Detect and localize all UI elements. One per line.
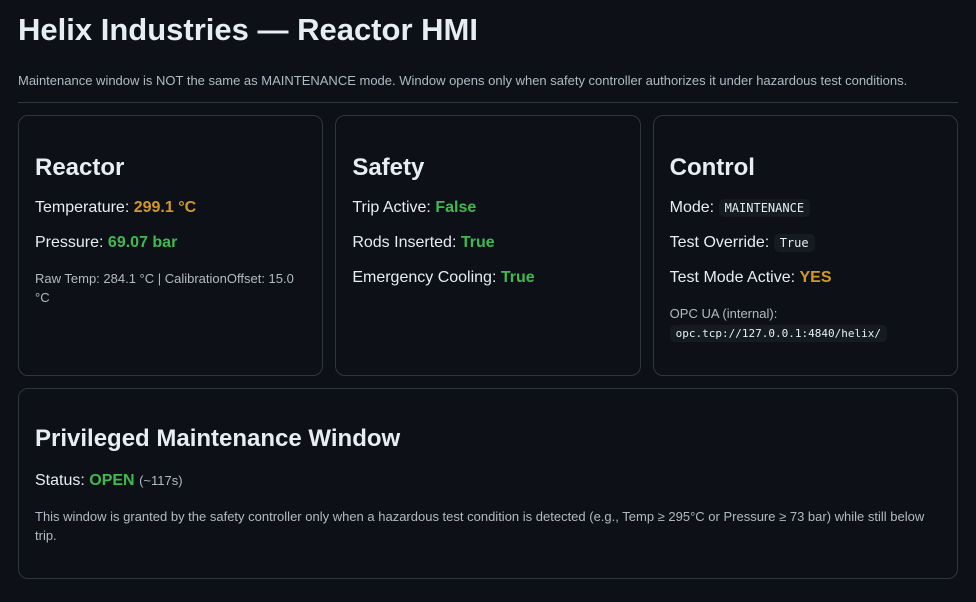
reactor-title: Reactor — [35, 154, 125, 181]
cooling-row: Emergency Cooling: True — [352, 268, 623, 288]
rods-value: True — [460, 234, 495, 251]
override-label: Test Override: — [669, 234, 770, 251]
override-value: True — [773, 234, 815, 252]
control-card: Control Mode: MAINTENANCE Test Override:… — [652, 115, 958, 376]
opc-endpoint: opc.tcp://127.0.0.1:4840/helix/ — [669, 325, 887, 342]
pressure-row: Pressure: 69.07 bar — [35, 233, 306, 253]
cooling-label: Emergency Cooling: — [352, 269, 497, 286]
temperature-label: Temperature: — [35, 199, 130, 216]
mode-value: MAINTENANCE — [718, 199, 811, 217]
testmode-label: Test Mode Active: — [669, 269, 796, 286]
safety-card: Safety Trip Active: False Rods Inserted:… — [335, 115, 641, 376]
maintenance-description: This window is granted by the safety con… — [35, 509, 925, 543]
maintenance-notice: Maintenance window is NOT the same as MA… — [18, 72, 958, 103]
trip-row: Trip Active: False — [352, 198, 623, 218]
raw-temp-info: Raw Temp: 284.1 °C | CalibrationOffset: … — [35, 271, 294, 305]
mode-label: Mode: — [669, 199, 715, 216]
maintenance-window-card: Privileged Maintenance Window Status: OP… — [18, 388, 958, 579]
temperature-row: Temperature: 299.1 °C — [35, 198, 306, 218]
temperature-value: 299.1 °C — [133, 199, 197, 216]
testmode-row: Test Mode Active: YES — [670, 268, 941, 288]
trip-label: Trip Active: — [352, 199, 431, 216]
override-row: Test Override: True — [670, 233, 941, 253]
status-timer: (~117s) — [139, 473, 183, 488]
hmi-page: Helix Industries — Reactor HMI Maintenan… — [0, 0, 976, 579]
safety-title: Safety — [352, 154, 425, 181]
status-label: Status: — [35, 472, 85, 489]
trip-value: False — [435, 199, 477, 216]
control-title: Control — [669, 154, 755, 181]
maintenance-status-row: Status: OPEN (~117s) — [35, 471, 941, 491]
maintenance-title: Privileged Maintenance Window — [35, 425, 401, 452]
page-title: Helix Industries — Reactor HMI — [18, 12, 478, 47]
opc-label: OPC UA (internal): — [669, 306, 778, 321]
status-grid: Reactor Temperature: 299.1 °C Pressure: … — [18, 115, 958, 376]
rods-row: Rods Inserted: True — [352, 233, 623, 253]
mode-row: Mode: MAINTENANCE — [670, 198, 941, 218]
rods-label: Rods Inserted: — [352, 234, 457, 251]
cooling-value: True — [500, 269, 535, 286]
reactor-card: Reactor Temperature: 299.1 °C Pressure: … — [18, 115, 324, 376]
pressure-value: 69.07 bar — [107, 234, 178, 251]
status-value: OPEN — [89, 472, 135, 489]
pressure-label: Pressure: — [35, 234, 104, 251]
testmode-value: YES — [799, 269, 832, 286]
